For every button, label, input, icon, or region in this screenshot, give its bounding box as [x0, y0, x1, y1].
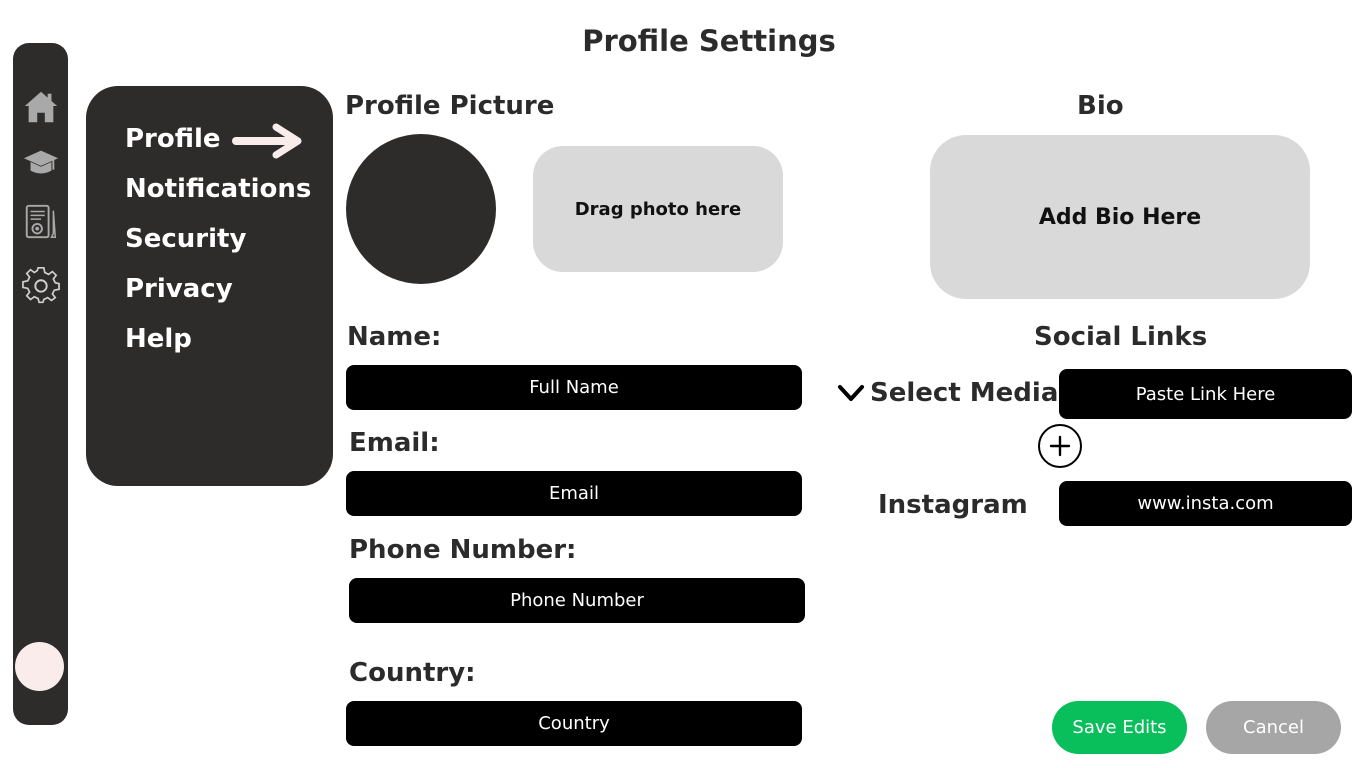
- photo-drop-zone[interactable]: Drag photo here: [533, 146, 783, 272]
- email-label: Email:: [349, 428, 440, 458]
- document-settings-icon[interactable]: [19, 200, 63, 244]
- name-field[interactable]: [346, 365, 802, 410]
- select-media-label: Select Media: [870, 378, 1059, 408]
- gear-icon[interactable]: [19, 263, 63, 307]
- home-icon[interactable]: [19, 85, 63, 129]
- social-links-heading: Social Links: [1034, 322, 1208, 352]
- chevron-down-icon: [838, 385, 864, 401]
- phone-label: Phone Number:: [349, 535, 577, 565]
- menu-item-security[interactable]: Security: [125, 224, 246, 254]
- profile-picture-heading: Profile Picture: [345, 91, 555, 121]
- cancel-button[interactable]: Cancel: [1206, 701, 1341, 754]
- save-button[interactable]: Save Edits: [1052, 701, 1187, 754]
- add-social-link-button[interactable]: [1038, 424, 1082, 468]
- phone-field[interactable]: [349, 578, 805, 623]
- menu-item-privacy[interactable]: Privacy: [125, 274, 233, 304]
- menu-item-profile[interactable]: Profile: [125, 124, 221, 154]
- avatar[interactable]: [15, 642, 64, 691]
- social-link-input[interactable]: [1059, 369, 1352, 419]
- nav-rail: [13, 43, 68, 725]
- country-field[interactable]: [346, 701, 802, 746]
- bio-heading: Bio: [1077, 91, 1124, 121]
- email-field[interactable]: [346, 471, 802, 516]
- country-label: Country:: [349, 658, 476, 688]
- bio-input[interactable]: Add Bio Here: [930, 135, 1310, 299]
- social-platform-label: Instagram: [878, 490, 1028, 520]
- menu-item-help[interactable]: Help: [125, 324, 192, 354]
- social-link-field[interactable]: [1059, 481, 1352, 526]
- graduation-cap-icon[interactable]: [19, 141, 63, 185]
- name-label: Name:: [347, 322, 442, 352]
- select-media-dropdown[interactable]: Select Media: [836, 378, 1058, 408]
- plus-icon: [1049, 435, 1071, 457]
- arrow-right-icon: [232, 123, 302, 159]
- page-title: Profile Settings: [582, 24, 836, 58]
- settings-menu: Profile Notifications Security Privacy H…: [86, 86, 333, 486]
- menu-item-notifications[interactable]: Notifications: [125, 174, 311, 204]
- profile-picture-preview: [346, 134, 496, 284]
